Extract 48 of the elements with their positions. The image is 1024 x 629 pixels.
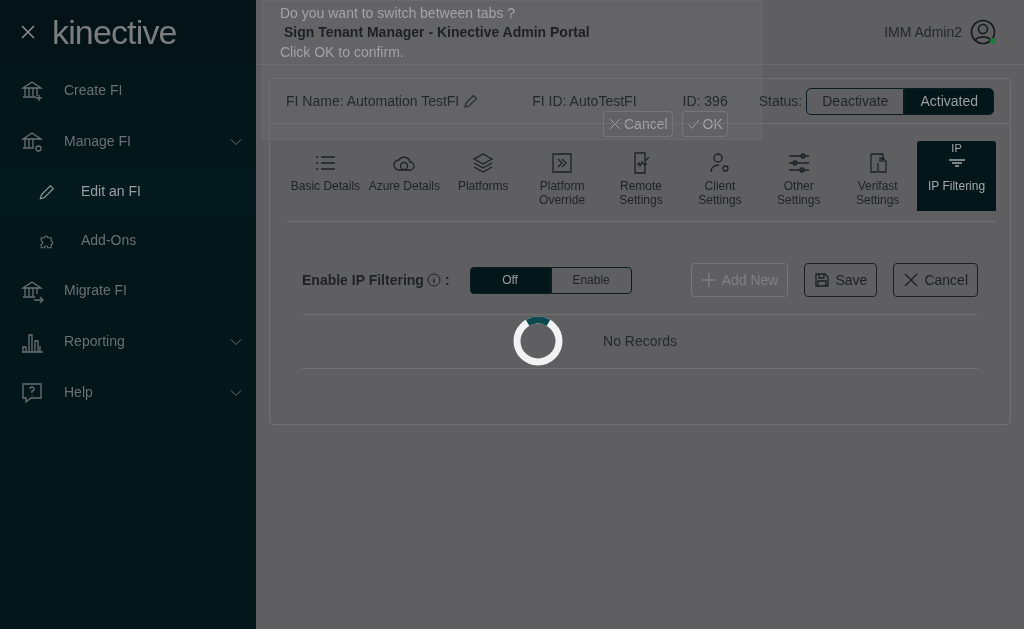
status-option[interactable]: Activated: [904, 87, 994, 115]
tab[interactable]: Verifast Settings: [838, 141, 918, 211]
tab[interactable]: Client Settings: [680, 141, 760, 211]
status-label: Status:: [758, 91, 803, 111]
sidebar-item[interactable]: Manage FI: [0, 116, 256, 167]
info-icon[interactable]: [426, 273, 441, 287]
fi-name: FI Name: Automation TestFI: [286, 91, 460, 111]
tab[interactable]: IP IP Filtering: [917, 141, 996, 211]
fi-number: ID: 396: [682, 91, 728, 111]
no-records-text: No Records: [603, 332, 677, 351]
sidebar-subitem[interactable]: Edit an FI: [0, 167, 256, 216]
sliders-icon: [786, 151, 811, 175]
plus-icon: [700, 272, 717, 288]
user-name: IMM Admin2: [884, 22, 962, 42]
cancel-button[interactable]: Cancel: [893, 263, 978, 297]
colon-text: :: [444, 270, 450, 290]
fi-id: FI ID: AutoTestFI: [532, 91, 637, 111]
close-icon: [608, 117, 622, 131]
dialog-message: Do you want to switch between tabs ?: [280, 4, 517, 23]
avatar-icon[interactable]: [970, 19, 996, 45]
status-option[interactable]: Deactivate: [806, 87, 905, 115]
sidebar-item[interactable]: Help: [0, 367, 256, 418]
dialog-message: Click OK to confirm.: [280, 43, 405, 62]
close-icon[interactable]: [20, 24, 36, 40]
toggle-option[interactable]: Off: [469, 266, 551, 294]
save-button[interactable]: Save: [804, 263, 878, 297]
edit-icon[interactable]: [463, 93, 479, 109]
tab[interactable]: Platforms: [443, 141, 523, 211]
page-title: Sign Tenant Manager - Kinective Admin Portal: [284, 22, 590, 42]
save-icon: [814, 272, 831, 288]
tab[interactable]: Other Settings: [759, 141, 839, 211]
arrows-box-icon: [550, 151, 575, 175]
tab[interactable]: Platform Override: [522, 141, 602, 211]
tab[interactable]: Azure Details: [364, 141, 444, 211]
close-icon: [903, 272, 920, 288]
sidebar-subitem[interactable]: Add-Ons: [0, 216, 256, 265]
help-icon: [20, 380, 44, 405]
tab[interactable]: Remote Settings: [601, 141, 681, 211]
tab[interactable]: Basic Details: [286, 141, 365, 211]
ip-text: IP: [950, 142, 963, 154]
check-icon: [686, 117, 701, 131]
ip-filtering-label: Enable IP Filtering: [302, 270, 424, 290]
sidebar-item[interactable]: Migrate FI: [0, 265, 256, 316]
filter-lines-icon: [947, 159, 966, 167]
sidebar-item[interactable]: Reporting: [0, 316, 256, 367]
logo: kinective: [52, 15, 177, 49]
toggle-option[interactable]: Enable: [550, 266, 632, 294]
sidebar-item[interactable]: Create FI: [0, 65, 256, 116]
